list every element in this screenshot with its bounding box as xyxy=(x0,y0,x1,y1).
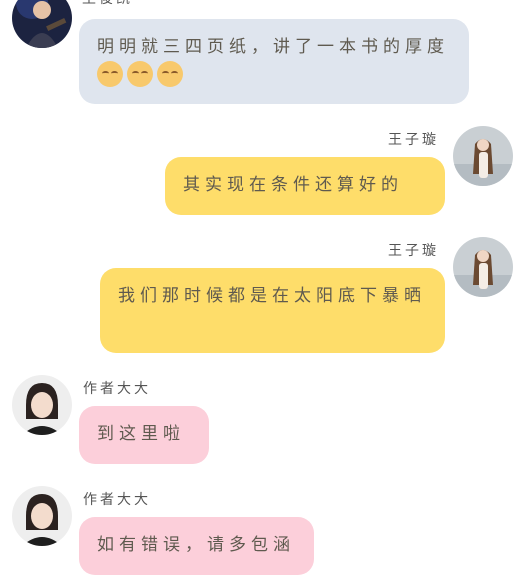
smile-emoji-icon xyxy=(127,61,153,87)
message-text: 如有错误，请多包涵 xyxy=(97,535,295,555)
smile-emoji-icon xyxy=(97,61,123,87)
avatar[interactable] xyxy=(12,486,72,546)
avatar[interactable] xyxy=(453,237,513,297)
sender-name: 王子璇 xyxy=(388,132,439,148)
smile-emoji-icon xyxy=(157,61,183,87)
sender-name: 王俊凯 xyxy=(82,0,133,8)
message-bubble[interactable]: 明明就三四页纸，讲了一本书的厚度 xyxy=(79,19,469,104)
message-bubble[interactable]: 到这里啦 xyxy=(79,406,209,464)
message-text: 到这里啦 xyxy=(97,424,185,444)
message-text: 明明就三四页纸，讲了一本书的厚度 xyxy=(97,37,449,57)
message-bubble[interactable]: 如有错误，请多包涵 xyxy=(79,517,314,575)
sender-name: 王子璇 xyxy=(388,243,439,259)
sender-name: 作者大大 xyxy=(83,381,151,397)
message-text: 我们那时候都是在太阳底下暴晒 xyxy=(118,286,426,306)
message-bubble[interactable]: 我们那时候都是在太阳底下暴晒 xyxy=(100,268,445,353)
message-text: 其实现在条件还算好的 xyxy=(183,175,403,195)
avatar[interactable] xyxy=(12,375,72,435)
avatar[interactable] xyxy=(12,0,72,48)
sender-name: 作者大大 xyxy=(83,492,151,508)
avatar[interactable] xyxy=(453,126,513,186)
message-bubble[interactable]: 其实现在条件还算好的 xyxy=(165,157,445,215)
